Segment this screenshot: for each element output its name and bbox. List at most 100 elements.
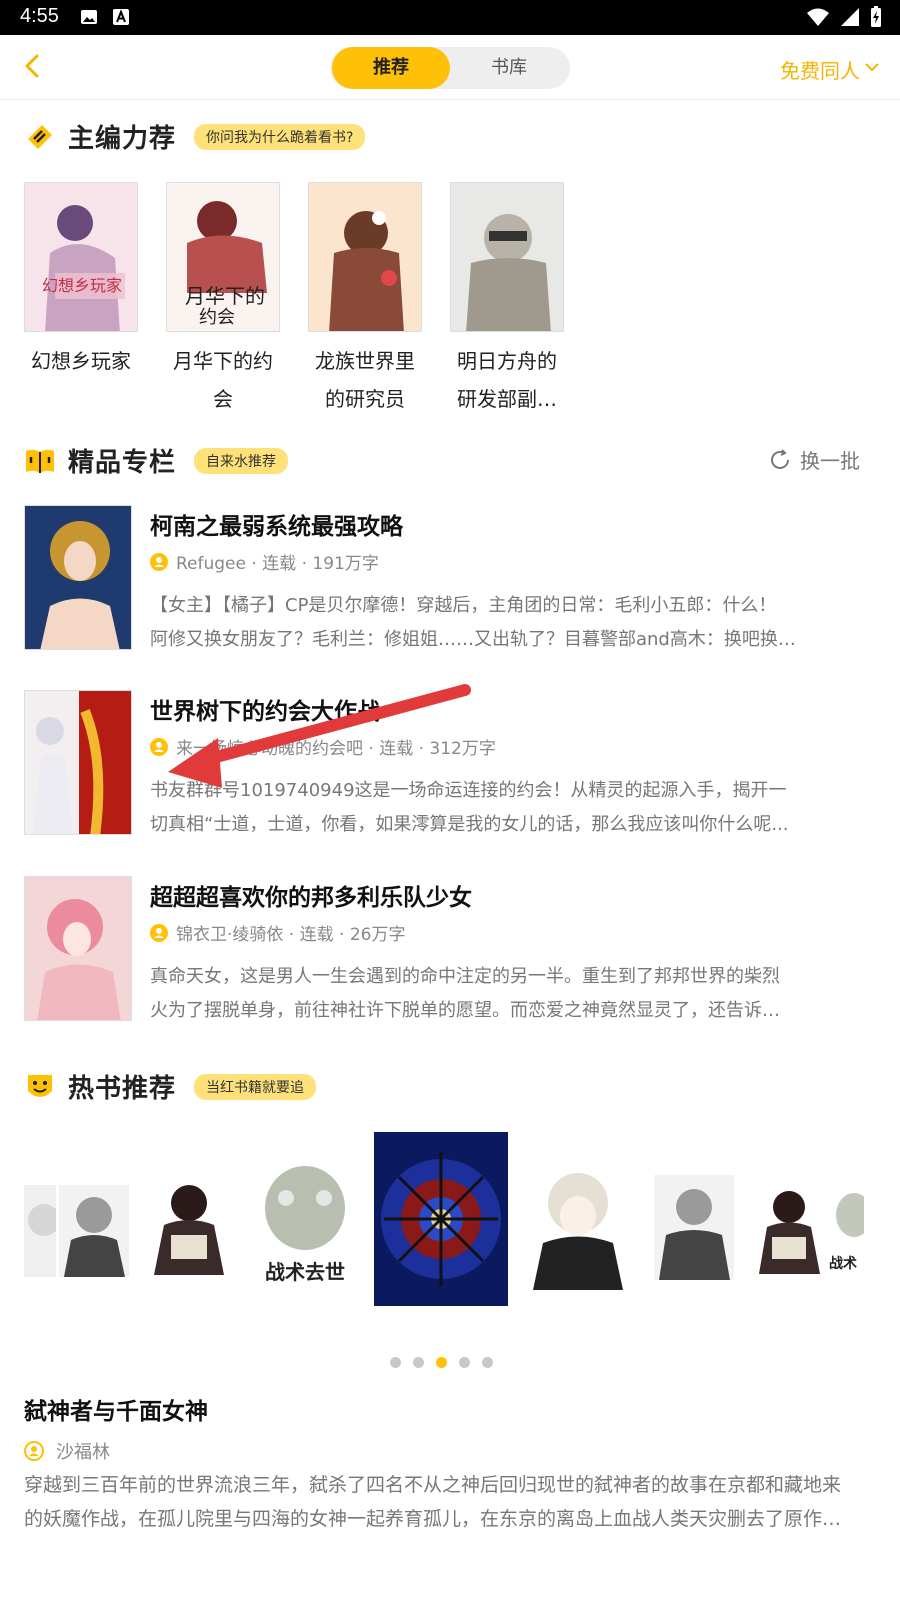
hot-books-header: 热书推荐 当红书籍就要追 — [24, 1068, 317, 1105]
book-card[interactable]: 月华下的 约会 月华下的约 会 — [166, 182, 280, 418]
cover-caption: 战术 — [829, 1256, 857, 1272]
carousel-cover[interactable] — [24, 1185, 56, 1277]
book-title-line2: 会 — [213, 387, 233, 411]
wifi-icon — [807, 8, 829, 26]
book-title: 明日方舟的 — [457, 349, 557, 373]
book-meta-text: 锦衣卫·绫骑依 · 连载 · 26万字 — [176, 925, 406, 945]
status-time: 4:55 — [20, 5, 59, 27]
image-notification-icon — [81, 10, 97, 24]
tab-switcher: 推荐 书库 — [330, 47, 570, 89]
book-title: 柯南之最弱系统最强攻略 — [150, 514, 403, 540]
section-title: 主编力荐 — [68, 124, 177, 154]
book-meta: Refugee · 连载 · 191万字 — [150, 549, 379, 574]
section-tag: 自来水推荐 — [194, 447, 289, 474]
book-cover[interactable] — [308, 182, 422, 332]
book-title: 幻想乡玩家 — [31, 349, 131, 373]
book-title: 世界树下的约会大作战 — [150, 699, 380, 725]
list-item[interactable]: 柯南之最弱系统最强攻略 Refugee · 连载 · 191万字 【女主】【橘子… — [24, 505, 864, 655]
svg-text:月华下的: 月华下的 — [185, 284, 265, 308]
carousel-cover[interactable] — [59, 1185, 129, 1277]
carousel-cover[interactable]: 战术 — [829, 1185, 864, 1277]
chevron-left-icon[interactable] — [18, 51, 48, 81]
pagination-dot[interactable] — [390, 1357, 401, 1368]
author-name: 沙福林 — [56, 1442, 110, 1463]
open-book-icon — [26, 449, 54, 473]
book-meta-text: 来一场惊心动魄的约会吧 · 连载 · 312万字 — [176, 739, 496, 759]
status-right-icons — [806, 6, 882, 28]
desc-line: 阿修又换女朋友了？毛利兰：修姐姐……又出轨了？目暮警部and高木：换吧换… — [150, 629, 796, 650]
book-title: 月华下的约 — [173, 349, 273, 373]
carousel-cover-active[interactable] — [374, 1132, 508, 1306]
smile-shield-icon — [28, 1074, 52, 1097]
svg-text:约会: 约会 — [199, 307, 235, 328]
status-bar: 4:55 — [0, 0, 900, 35]
book-meta: 锦衣卫·绫骑依 · 连载 · 26万字 — [150, 920, 405, 945]
featured-book-description: 穿越到三百年前的世界流浪三年，弑杀了四名不从之神后回归现世的弑神者的故事在京都和… — [24, 1468, 874, 1536]
pencil-badge-icon — [28, 124, 52, 149]
pagination-dot-active[interactable] — [436, 1357, 447, 1368]
desc-line: 书友群群号1019740949这是一场命运连接的约会！从精灵的起源入手，揭开一 — [150, 780, 787, 801]
book-title-line2: 的研究员 — [325, 387, 405, 411]
book-description: 书友群群号1019740949这是一场命运连接的约会！从精灵的起源入手，揭开一 … — [150, 774, 840, 842]
desc-line: 真命天女，这是男人一生会遇到的命中注定的另一半。重生到了邦邦世界的柴烈 — [150, 966, 780, 987]
book-cover[interactable] — [24, 505, 132, 650]
carousel-cover[interactable] — [149, 1175, 229, 1275]
book-cover[interactable] — [450, 182, 564, 332]
featured-book-author: 沙福林 — [24, 1438, 110, 1464]
desc-line: 火为了摆脱单身，前往神社许下脱单的愿望。而恋爱之神竟然显灵了，还告诉… — [150, 1000, 780, 1021]
refresh-label: 换一批 — [800, 449, 860, 473]
book-description: 【女主】【橘子】CP是贝尔摩德！穿越后，主角团的日常：毛利小五郎：什么！ 阿修又… — [150, 589, 840, 657]
desc-line: 的妖魔作战，在孤儿院里与四海的女神一起养育孤儿，在东京的离岛上血战人类天灾删去了… — [24, 1508, 842, 1530]
book-card[interactable]: 龙族世界里 的研究员 — [308, 182, 422, 418]
desc-line: 【女主】【橘子】CP是贝尔摩德！穿越后，主角团的日常：毛利小五郎：什么！ — [150, 595, 777, 616]
pagination-dot[interactable] — [413, 1357, 424, 1368]
user-icon — [24, 1441, 44, 1461]
carousel-cover[interactable] — [654, 1175, 734, 1280]
carousel-cover[interactable] — [754, 1182, 824, 1274]
desc-line: 切真相“士道，士道，你看，如果澪算是我的女儿的话，那么我应该叫你什么呢... — [150, 814, 789, 835]
signal-icon — [841, 8, 859, 26]
book-card[interactable]: 明日方舟的 研发部副… — [450, 182, 564, 418]
carousel-pagination — [390, 1357, 493, 1368]
tab-library[interactable]: 书库 — [450, 47, 568, 89]
user-icon — [150, 923, 168, 942]
hot-books-carousel[interactable]: 战术去世 战术 — [24, 1130, 864, 1310]
refresh-button[interactable]: 换一批 — [768, 445, 860, 474]
book-title: 龙族世界里 — [315, 349, 415, 373]
chevron-down-icon[interactable] — [864, 59, 880, 75]
tab-recommend[interactable]: 推荐 — [332, 47, 450, 89]
section-tag: 当红书籍就要追 — [194, 1073, 317, 1100]
book-card[interactable]: 幻想乡玩家 幻想乡玩家 — [24, 182, 138, 418]
featured-book-title[interactable]: 弑神者与千面女神 — [24, 1392, 208, 1426]
carousel-cover[interactable] — [528, 1158, 628, 1290]
editor-picks-header: 主编力荐 你问我为什么跪着看书? — [24, 118, 366, 155]
book-title-line2: 研发部副… — [457, 387, 557, 411]
battery-charging-icon — [871, 6, 881, 27]
user-icon — [150, 552, 168, 571]
cover-caption: 战术去世 — [265, 1260, 345, 1284]
section-tag: 你问我为什么跪着看书? — [194, 123, 366, 150]
book-cover[interactable] — [24, 876, 132, 1021]
a-notification-icon — [113, 9, 129, 25]
svg-text:幻想乡玩家: 幻想乡玩家 — [42, 276, 122, 295]
desc-line: 穿越到三百年前的世界流浪三年，弑杀了四名不从之神后回归现世的弑神者的故事在京都和… — [24, 1474, 842, 1496]
premium-header: 精品专栏 自来水推荐 — [24, 442, 289, 479]
book-meta: 来一场惊心动魄的约会吧 · 连载 · 312万字 — [150, 734, 496, 759]
section-title: 精品专栏 — [68, 448, 177, 478]
book-cover[interactable]: 月华下的 约会 — [166, 182, 280, 332]
user-icon — [150, 737, 168, 756]
pagination-dot[interactable] — [482, 1357, 493, 1368]
carousel-cover[interactable]: 战术去世 — [256, 1158, 354, 1288]
book-description: 真命天女，这是男人一生会遇到的命中注定的另一半。重生到了邦邦世界的柴烈 火为了摆… — [150, 960, 840, 1028]
list-item[interactable]: 世界树下的约会大作战 来一场惊心动魄的约会吧 · 连载 · 312万字 书友群群… — [24, 690, 864, 840]
filter-dropdown-label[interactable]: 免费同人 — [780, 55, 860, 84]
book-title: 超超超喜欢你的邦多利乐队少女 — [150, 885, 472, 911]
editor-picks-list: 幻想乡玩家 幻想乡玩家 月华下的 约会 月华下的约 会 龙族世界里 的研究员 明日… — [24, 182, 564, 418]
top-bar: 推荐 书库 免费同人 — [0, 35, 900, 100]
book-cover[interactable]: 幻想乡玩家 — [24, 182, 138, 332]
book-cover[interactable] — [24, 690, 132, 835]
pagination-dot[interactable] — [459, 1357, 470, 1368]
refresh-icon — [771, 448, 789, 469]
list-item[interactable]: 超超超喜欢你的邦多利乐队少女 锦衣卫·绫骑依 · 连载 · 26万字 真命天女，… — [24, 876, 864, 1026]
book-meta-text: Refugee · 连载 · 191万字 — [176, 554, 379, 574]
